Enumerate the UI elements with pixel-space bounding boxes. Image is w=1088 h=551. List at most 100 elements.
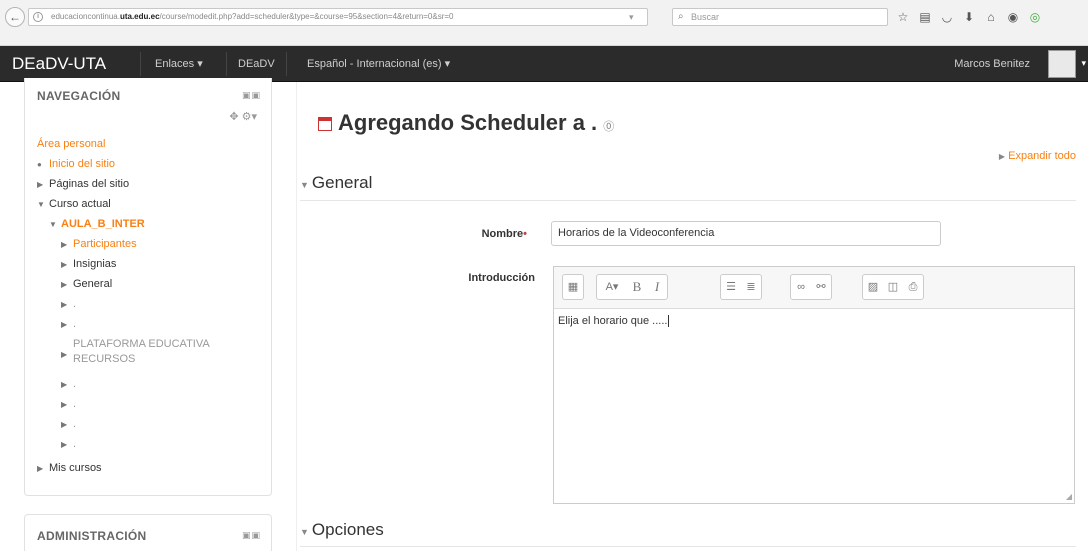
tree-item-insignias[interactable]: ▶ Insignias (61, 258, 116, 270)
paragraph-style-icon[interactable]: A▾ (597, 275, 627, 299)
file-manager-icon[interactable]: ⎙ (903, 275, 923, 299)
section-divider (300, 200, 1076, 201)
caret-down-icon: ▼ (300, 180, 309, 190)
tree-item-recursos-label[interactable]: RECURSOS (73, 353, 135, 365)
tree-item-participantes[interactable]: ▶ Participantes (61, 238, 137, 250)
tree-item-section[interactable]: ▶. (61, 318, 76, 330)
site-navbar: DEaDV-UTA Enlaces ▾ DEaDV Español - Inte… (0, 46, 1088, 82)
caret-right-icon: ▶ (61, 420, 68, 429)
intro-label: Introducción (468, 272, 535, 284)
bullet-icon: ● (37, 160, 42, 169)
caret-right-icon: ▶ (61, 240, 68, 249)
url-path: /course/modedit.php?add=scheduler&type=&… (159, 12, 454, 21)
star-icon[interactable]: ☆ (896, 8, 910, 26)
unordered-list-icon[interactable]: ☰ (721, 275, 741, 299)
ordered-list-icon[interactable]: ≣ (741, 275, 761, 299)
editor-content[interactable]: Elija el horario que ..... (558, 315, 670, 328)
page-title: Agregando Scheduler a . ⓪ (318, 110, 614, 136)
tree-item-plataforma-label[interactable]: PLATAFORMA EDUCATIVA (73, 338, 210, 350)
url-bar[interactable]: i educacioncontinua.uta.edu.ec/course/mo… (28, 8, 648, 26)
home-icon[interactable]: ⌂ (984, 8, 998, 26)
navbar-divider (226, 52, 227, 76)
text-cursor (668, 315, 670, 328)
italic-icon[interactable]: I (647, 275, 667, 299)
avatar[interactable] (1048, 50, 1076, 78)
block-dock-icon[interactable]: ▣▣ (242, 90, 261, 101)
move-icon[interactable]: ✥ (229, 111, 238, 123)
caret-right-icon: ▶ (61, 280, 68, 289)
caret-right-icon: ▶ (61, 380, 68, 389)
unlink-icon[interactable]: ⚯ (811, 275, 831, 299)
tree-item-section[interactable]: ▶. (61, 438, 76, 450)
image-icon[interactable]: ▨ (863, 275, 883, 299)
search-placeholder: Buscar (691, 12, 720, 22)
navbar-divider (140, 52, 141, 76)
media-icon[interactable]: ◫ (883, 275, 903, 299)
calendar-icon (318, 117, 332, 131)
tree-item-course[interactable]: ▼ AULA_B_INTER (49, 218, 145, 230)
toolbar-group: ∞ ⚯ (790, 274, 832, 300)
back-button[interactable]: ← (5, 7, 25, 27)
link-icon[interactable]: ∞ (791, 275, 811, 299)
tree-item-plataforma[interactable]: ▶ (61, 348, 73, 360)
toolbar-group: ▦ (562, 274, 584, 300)
tree-item-curso-actual[interactable]: ▼ Curso actual (37, 198, 111, 210)
chevron-down-icon[interactable]: ▾ (1081, 58, 1086, 69)
expand-all-link[interactable]: ▶ Expandir todo (999, 150, 1076, 162)
show-more-icon[interactable]: ▦ (563, 275, 583, 299)
tree-item-general[interactable]: ▶ General (61, 278, 112, 290)
pocket-icon[interactable]: ◡ (940, 8, 954, 26)
info-icon[interactable]: i (33, 12, 43, 22)
caret-down-icon: ▼ (49, 220, 57, 229)
tree-item-section[interactable]: ▶. (61, 398, 76, 410)
tree-item-section[interactable]: ▶. (61, 298, 76, 310)
user-menu-name[interactable]: Marcos Benitez (954, 46, 1030, 82)
nav-language[interactable]: Español - Internacional (es) ▾ (307, 46, 450, 82)
caret-right-icon: ▶ (998, 152, 1006, 161)
brand-link[interactable]: DEaDV-UTA (12, 46, 106, 82)
caret-right-icon: ▶ (61, 300, 68, 309)
caret-down-icon: ▼ (37, 200, 45, 209)
browser-toolbar: ← i educacioncontinua.uta.edu.ec/course/… (0, 0, 1088, 46)
section-general-header[interactable]: ▼ General (300, 173, 372, 193)
help-icon[interactable]: ⓪ (603, 121, 614, 133)
editor-toolbar: ▦ A▾ B I ☰ ≣ ∞ ⚯ ▨ ◫ ⎙ (554, 267, 1074, 309)
tree-item-paginas-del-sitio[interactable]: ▶ Páginas del sitio (37, 178, 129, 190)
tree-item-section[interactable]: ▶. (61, 418, 76, 430)
section-options-header[interactable]: ▼ Opciones (300, 520, 384, 540)
toolbar-group: ☰ ≣ (720, 274, 762, 300)
section-divider (300, 546, 1076, 547)
caret-right-icon: ▶ (61, 260, 68, 269)
download-icon[interactable]: ⬇ (962, 8, 976, 26)
intro-editor[interactable]: ▦ A▾ B I ☰ ≣ ∞ ⚯ ▨ ◫ ⎙ Elija el horario … (553, 266, 1075, 504)
toolbar-group: ▨ ◫ ⎙ (862, 274, 924, 300)
tree-item-mis-cursos[interactable]: ▶ Mis cursos (37, 462, 102, 474)
caret-right-icon: ▶ (61, 320, 68, 329)
navbar-divider (286, 52, 287, 76)
tree-item-inicio-del-sitio[interactable]: ● Inicio del sitio (37, 158, 115, 170)
search-input[interactable]: ⌕ Buscar (672, 8, 888, 26)
caret-right-icon: ▶ (61, 440, 68, 449)
tree-item-area-personal[interactable]: Área personal (37, 138, 106, 150)
nav-enlaces[interactable]: Enlaces ▾ (155, 46, 203, 82)
resize-handle-icon[interactable]: ◢ (1066, 492, 1072, 501)
content-divider (296, 82, 297, 551)
block-actions: ✥ ⚙▾ (229, 110, 257, 123)
toolbar-group: A▾ B I (596, 274, 668, 300)
sync-icon[interactable]: ◉ (1006, 8, 1020, 26)
name-input[interactable]: Horarios de la Videoconferencia (551, 221, 941, 246)
name-label: Nombre• (481, 228, 527, 240)
search-icon: ⌕ (678, 11, 684, 22)
bold-icon[interactable]: B (627, 275, 647, 299)
url-domain: uta.edu.ec (119, 12, 160, 21)
nav-deadv[interactable]: DEaDV (238, 46, 275, 82)
gear-icon[interactable]: ⚙▾ (242, 111, 257, 123)
administration-block: ADMINISTRACIÓN ▣▣ (24, 514, 272, 551)
tree-item-section[interactable]: ▶. (61, 378, 76, 390)
caret-right-icon: ▶ (37, 464, 44, 473)
url-dropdown-icon[interactable]: ▾ (629, 9, 634, 25)
navigation-block: NAVEGACIÓN ▣▣ ✥ ⚙▾ Área personal ● Inicio… (24, 78, 272, 496)
reader-icon[interactable]: ▤ (918, 8, 932, 26)
block-dock-icon[interactable]: ▣▣ (242, 530, 261, 541)
extension-icon[interactable]: ◎ (1028, 8, 1042, 26)
